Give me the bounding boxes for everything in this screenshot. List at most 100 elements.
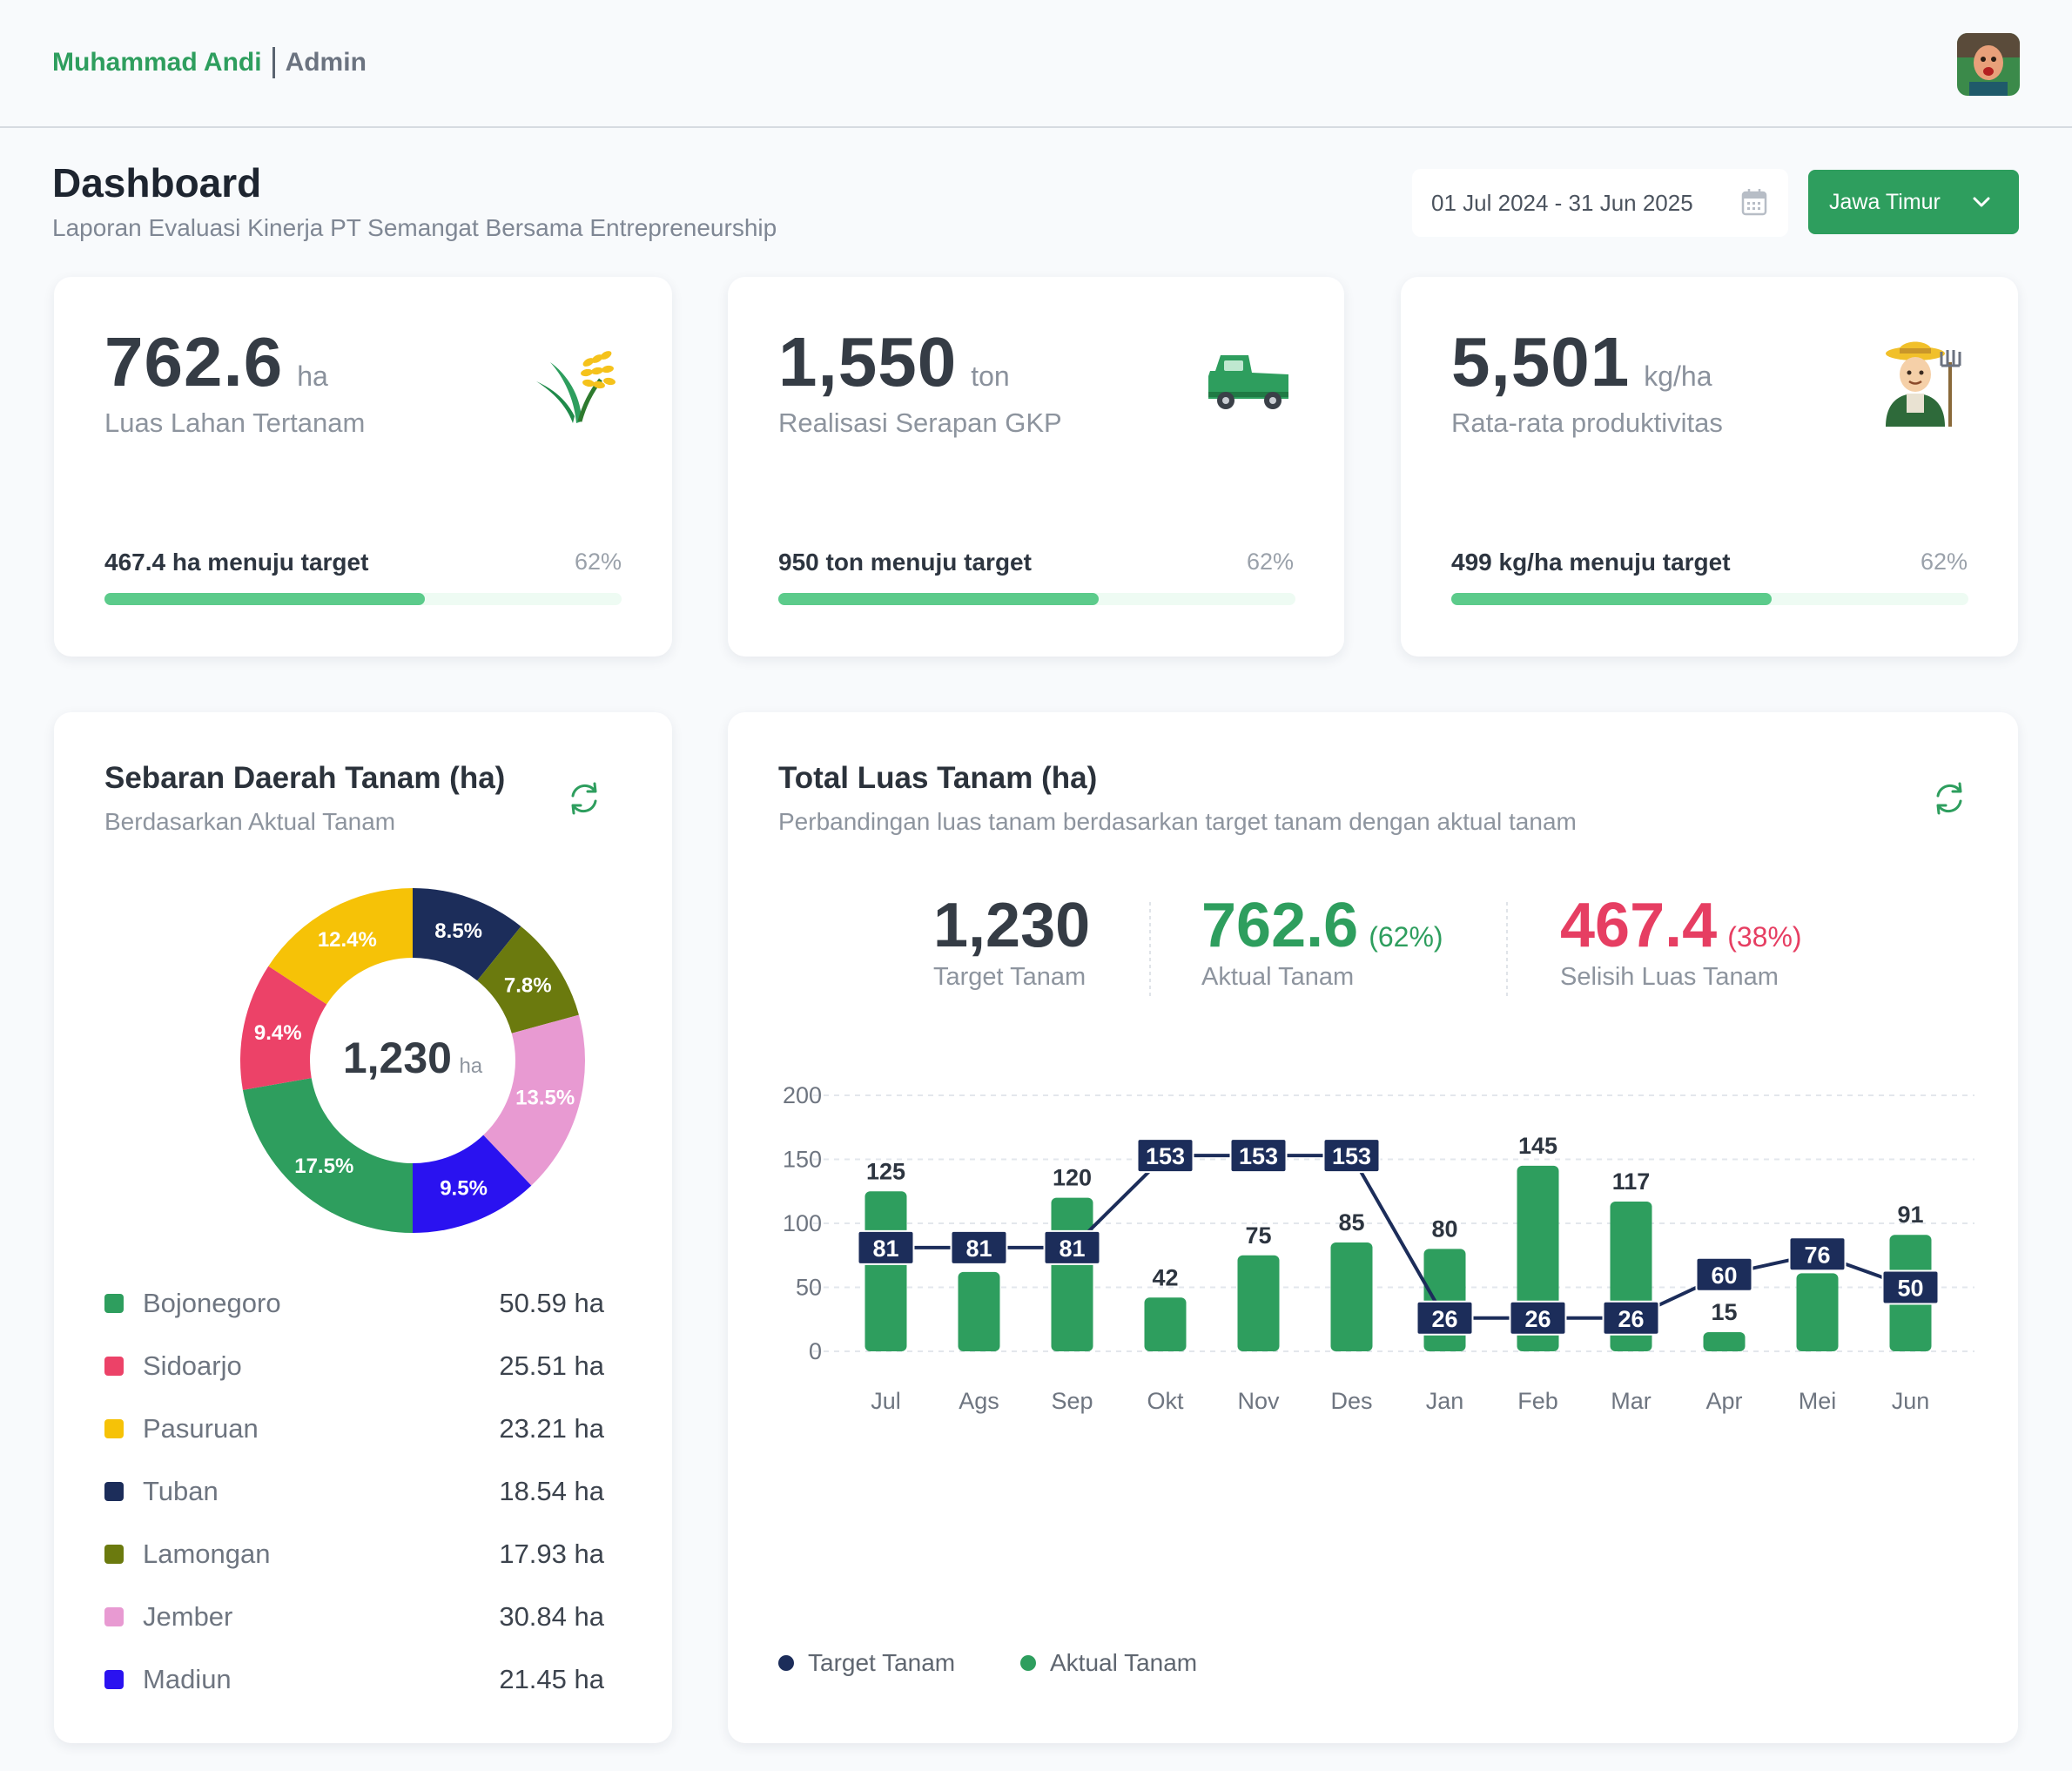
legend-actual[interactable]: Aktual Tanam [1020, 1649, 1197, 1677]
legend-actual-label: Aktual Tanam [1050, 1649, 1198, 1676]
donut-center-unit: ha [459, 1054, 483, 1078]
distribution-subtitle: Berdasarkan Aktual Tanam [104, 808, 396, 835]
kpi-progress-track [104, 593, 622, 605]
legend-actual-swatch [1020, 1655, 1036, 1671]
total-card: Total Luas Tanam (ha) Perbandingan luas … [728, 712, 2018, 1743]
bar-aktual[interactable] [1237, 1255, 1280, 1351]
kpi-progress-track [1451, 593, 1968, 605]
line-value-label: 26 [1431, 1306, 1457, 1332]
stat-diff: 467.4 (38%) Selisih Luas Tanam [1560, 890, 1802, 992]
legend-target[interactable]: Target Tanam [778, 1649, 955, 1677]
donut-slice-label: 9.5% [440, 1177, 488, 1201]
refresh-icon[interactable] [566, 780, 602, 817]
bar-value-label: 42 [1152, 1264, 1178, 1290]
x-tick-label: Mar [1611, 1388, 1652, 1414]
legend-target-swatch [778, 1655, 794, 1671]
line-value-label: 50 [1897, 1276, 1923, 1302]
bar-aktual[interactable] [1423, 1249, 1466, 1351]
bar-value-label: 75 [1245, 1222, 1271, 1249]
line-target [885, 1154, 1912, 1320]
kpi-card-luas-lahan: 762.6 ha Luas Lahan Tertanam 467.4 ha me… [54, 277, 672, 657]
bar-value-label: 15 [1711, 1299, 1737, 1325]
x-tick-label: Jan [1426, 1388, 1464, 1414]
total-subtitle: Perbandingan luas tanam berdasarkan targ… [778, 808, 1577, 835]
bar-aktual[interactable] [864, 1191, 907, 1351]
legend-value: 21.45 ha [499, 1664, 604, 1694]
line-value-label: 26 [1618, 1306, 1644, 1332]
distribution-title: Sebaran Daerah Tanam (ha) [104, 761, 506, 795]
kpi-label: Rata-rata produktivitas [1451, 407, 1723, 438]
x-tick-label: Apr [1705, 1388, 1742, 1414]
kpi-value: 762.6 [104, 323, 284, 401]
legend-item-sidoarjo: Sidoarjo 25.51 ha [104, 1349, 604, 1384]
kpi-value: 5,501 [1451, 323, 1631, 401]
stat-diff-pct: (38%) [1727, 921, 1802, 953]
legend-swatch [104, 1294, 124, 1313]
bar-value-label: 145 [1518, 1133, 1557, 1159]
stat-actual-value: 762.6 [1201, 891, 1359, 960]
date-range-picker[interactable]: 01 Jul 2024 - 31 Jun 2025 [1412, 169, 1788, 237]
total-title: Total Luas Tanam (ha) [778, 761, 1098, 795]
legend-value: 17.93 ha [499, 1539, 604, 1569]
legend-item-bojonegoro: Bojonegoro 50.59 ha [104, 1286, 604, 1321]
bar-value-label: 91 [1897, 1202, 1923, 1228]
legend-swatch [104, 1482, 124, 1501]
user-brand: Muhammad Andi Admin [52, 47, 367, 78]
pickup-truck-icon [1208, 355, 1288, 409]
bar-aktual[interactable] [1796, 1273, 1839, 1351]
refresh-icon[interactable] [1931, 780, 1968, 817]
kpi-unit: ton [971, 360, 1010, 392]
line-value-label: 81 [1059, 1236, 1085, 1262]
x-tick-label: Feb [1517, 1388, 1558, 1414]
bar-aktual[interactable] [1330, 1242, 1373, 1351]
x-tick-label: Nov [1237, 1388, 1280, 1414]
bar-aktual[interactable] [1144, 1297, 1187, 1351]
legend-value: 23.21 ha [499, 1413, 604, 1444]
x-tick-label: Jun [1892, 1388, 1930, 1414]
donut-center-value: 1,230 [342, 1034, 452, 1082]
x-tick-label: Jul [871, 1388, 901, 1414]
bar-aktual[interactable] [1051, 1197, 1093, 1351]
user-name: Muhammad Andi [52, 48, 262, 77]
page-title: Dashboard [52, 160, 262, 205]
x-tick-label: Sep [1051, 1388, 1093, 1414]
region-dropdown[interactable]: Jawa Timur [1808, 170, 2019, 234]
donut-slice-label: 17.5% [294, 1155, 353, 1178]
bar-aktual[interactable] [958, 1271, 1000, 1351]
y-tick-label: 100 [783, 1210, 822, 1236]
kpi-progress-track [778, 593, 1295, 605]
kpi-unit: kg/ha [1644, 360, 1712, 392]
line-value-label: 153 [1239, 1143, 1278, 1169]
kpi-label: Realisasi Serapan GKP [778, 407, 1062, 438]
kpi-percent: 62% [574, 549, 622, 575]
donut-slice-label: 13.5% [515, 1086, 575, 1109]
x-tick-label: Des [1330, 1388, 1372, 1414]
chevron-down-icon [1973, 197, 1990, 207]
stat-target-value: 1,230 [933, 891, 1091, 960]
legend-name: Pasuruan [143, 1413, 259, 1444]
x-tick-label: Ags [959, 1388, 999, 1414]
legend-value: 25.51 ha [499, 1350, 604, 1381]
legend-item-tuban: Tuban 18.54 ha [104, 1474, 604, 1509]
legend-item-pasuruan: Pasuruan 23.21 ha [104, 1411, 604, 1446]
kpi-progress-text: 467.4 ha menuju target [104, 549, 369, 576]
line-value-label: 81 [872, 1236, 898, 1262]
bar-aktual[interactable] [1703, 1331, 1746, 1351]
y-tick-label: 200 [783, 1082, 822, 1108]
avatar[interactable] [1957, 33, 2020, 96]
top-bar: Muhammad Andi Admin [0, 0, 2072, 128]
legend-value: 18.54 ha [499, 1476, 604, 1506]
calendar-icon [1741, 189, 1767, 216]
donut-center-label: 1,230 ha [230, 1033, 595, 1083]
legend-value: 50.59 ha [499, 1288, 604, 1318]
y-tick-label: 50 [796, 1275, 822, 1301]
legend-name: Tuban [143, 1476, 219, 1506]
legend-swatch [104, 1545, 124, 1564]
kpi-card-serapan-gkp: 1,550 ton Realisasi Serapan GKP 950 ton … [728, 277, 1344, 657]
farmer-icon [1886, 341, 1961, 427]
legend-name: Jember [143, 1601, 233, 1632]
user-role: Admin [285, 48, 367, 77]
stat-actual: 762.6 (62%) Aktual Tanam [1201, 890, 1443, 992]
kpi-label: Luas Lahan Tertanam [104, 407, 366, 438]
combo-chart: 050100150200125Jul62Ags120Sep42Okt75Nov8… [783, 1082, 1974, 1414]
